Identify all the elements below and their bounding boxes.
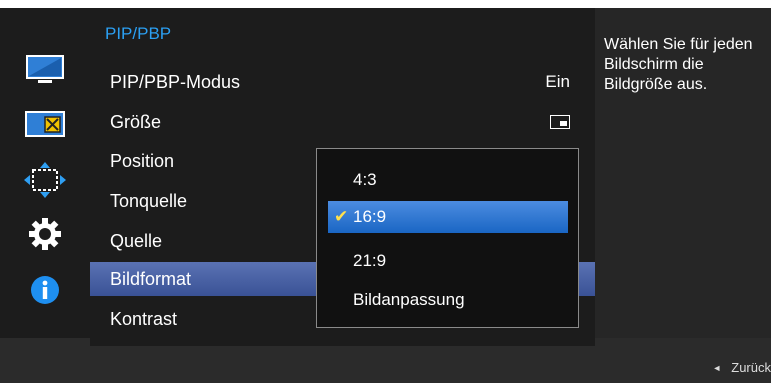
menu-bottom-edge xyxy=(90,338,595,346)
menu-item-label: Tonquelle xyxy=(110,191,188,211)
aspect-ratio-dropdown: 4:3 ✔ 16:9 21:9 Bildanpassung xyxy=(316,148,579,328)
menu-title: PIP/PBP xyxy=(105,24,172,43)
menu-item-label: Bildformat xyxy=(110,269,192,289)
checkmark-icon: ✔ xyxy=(334,207,349,226)
back-label: Zurück xyxy=(731,360,771,375)
help-panel: Wählen Sie für jeden Bildschirm die Bild… xyxy=(595,8,771,338)
osd-sidebar xyxy=(0,8,90,338)
menu-item-label: Kontrast xyxy=(110,309,178,329)
option-21-9[interactable]: 21:9 xyxy=(328,245,568,277)
option-label: 21:9 xyxy=(353,251,387,270)
back-button[interactable]: ◄ Zurück xyxy=(712,360,771,375)
menu-item-value: Ein xyxy=(545,72,570,91)
option-16-9[interactable]: ✔ 16:9 xyxy=(328,201,568,233)
menu-item-label: Quelle xyxy=(110,231,163,251)
option-bildanpassung[interactable]: Bildanpassung xyxy=(328,284,568,316)
option-4-3[interactable]: 4:3 xyxy=(328,164,568,196)
picture-icon[interactable] xyxy=(22,50,68,90)
help-description: Wählen Sie für jeden Bildschirm die Bild… xyxy=(604,36,753,93)
menu-item-label: Position xyxy=(110,151,175,171)
pip-size-icon xyxy=(550,115,570,129)
pip-icon[interactable] xyxy=(22,105,68,145)
menu-item-size[interactable]: Größe xyxy=(90,105,595,139)
settings-gear-icon[interactable] xyxy=(22,214,68,254)
menu-item-pip-pbp-mode[interactable]: PIP/PBP-Modus Ein xyxy=(90,65,595,99)
left-arrow-icon: ◄ xyxy=(712,363,722,373)
menu-item-label: Größe xyxy=(110,112,162,132)
top-band xyxy=(0,0,771,8)
info-icon[interactable] xyxy=(22,270,68,310)
menu-item-label: PIP/PBP-Modus xyxy=(110,72,241,92)
option-label: 16:9 xyxy=(353,207,387,226)
resize-icon[interactable] xyxy=(22,160,68,200)
option-label: Bildanpassung xyxy=(353,290,465,309)
option-label: 4:3 xyxy=(353,170,377,189)
osd-screen: PIP/PBP PIP/PBP-Modus Ein Größe Position… xyxy=(0,0,771,383)
